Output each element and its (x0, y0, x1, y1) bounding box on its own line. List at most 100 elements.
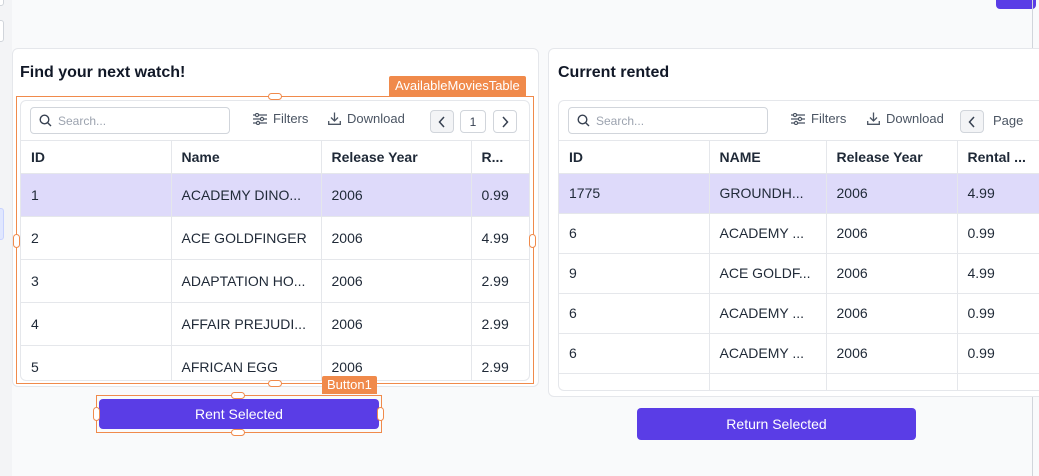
cell: 2 (21, 216, 172, 260)
filters-label: Filters (811, 111, 847, 126)
prev-page-button[interactable] (960, 110, 984, 133)
cell: 2.99 (471, 345, 529, 380)
cell (957, 373, 1039, 390)
page-label: Page (993, 113, 1024, 128)
resize-handle-left[interactable] (93, 407, 100, 421)
download-icon (867, 112, 880, 125)
cell: 2006 (321, 216, 472, 260)
filter-icon (791, 112, 805, 125)
resize-handle-right[interactable] (529, 234, 536, 248)
cell: AFFAIR PREJUDI... (171, 302, 322, 346)
cell: 2006 (826, 333, 958, 374)
table-search[interactable] (30, 107, 230, 134)
column-header[interactable]: NAME (709, 141, 827, 174)
column-header[interactable]: Rental ... (957, 141, 1039, 174)
available-movies-table[interactable]: Filters Download 1 ID Name (20, 100, 530, 381)
cell: ACADEMY ... (709, 293, 827, 334)
rent-button-widget-tag: Button1 (322, 376, 377, 394)
cell: AFRICAN EGG (171, 345, 322, 380)
column-header[interactable]: Release Year (826, 141, 958, 174)
header-row: ID Name Release Year R... (21, 141, 529, 174)
rent-selected-button[interactable]: Rent Selected (99, 399, 379, 429)
table-row[interactable]: 1 ACADEMY DINO... 2006 0.99 (21, 173, 529, 217)
column-header[interactable]: Release Year (321, 141, 472, 174)
cell: 6 (559, 293, 710, 334)
available-movies-widget-tag: AvailableMoviesTable (389, 76, 526, 96)
filter-icon (253, 112, 267, 125)
next-page-button[interactable] (493, 110, 517, 133)
cell: 6 (559, 333, 710, 374)
filters-button[interactable]: Filters (791, 111, 846, 126)
cell: 2006 (826, 253, 958, 294)
page-number[interactable]: 1 (460, 110, 486, 133)
download-button[interactable]: Download (328, 111, 405, 126)
table-row[interactable]: 6 ACADEMY ... 2006 0.99 (559, 293, 1039, 334)
column-header[interactable]: ID (21, 141, 172, 174)
cell (709, 373, 827, 390)
cell: ADAPTATION HO... (171, 259, 322, 303)
edge-widget-fragment (0, 208, 4, 240)
table-row[interactable]: 6 ACADEMY ... 2006 0.99 (559, 333, 1039, 374)
table-row[interactable]: 1775 GROUNDH... 2006 4.99 (559, 173, 1039, 214)
cell: 0.99 (957, 293, 1039, 334)
chevron-left-icon (968, 115, 975, 128)
table-search[interactable] (568, 107, 768, 134)
cell: 4.99 (957, 173, 1039, 214)
cell: ACE GOLDFINGER (171, 216, 322, 260)
header-row: ID NAME Release Year Rental ... (559, 141, 1039, 174)
table-row[interactable]: 3 ADAPTATION HO... 2006 2.99 (21, 259, 529, 303)
table-row[interactable]: 6 ACADEMY ... 2006 0.99 (559, 213, 1039, 254)
cell: 2.99 (471, 302, 529, 346)
cell: 2006 (321, 259, 472, 303)
cell: ACADEMY ... (709, 333, 827, 374)
cell: 5 (21, 345, 172, 380)
current-rented-table[interactable]: Filters Download Page ID NAME Release Ye… (558, 100, 1039, 391)
cell: ACADEMY ... (709, 213, 827, 254)
return-selected-button[interactable]: Return Selected (637, 408, 916, 440)
cell: 0.99 (957, 333, 1039, 374)
chevron-right-icon (502, 115, 509, 128)
resize-handle-top[interactable] (231, 392, 245, 399)
cell: 2.99 (471, 259, 529, 303)
cell: 2006 (826, 173, 958, 214)
filters-label: Filters (273, 111, 309, 126)
resize-handle-bottom[interactable] (231, 429, 245, 436)
search-input[interactable] (58, 113, 208, 128)
rented-grid: ID NAME Release Year Rental ... 1775 GRO… (559, 141, 1039, 390)
table-row[interactable]: 9 ACE GOLDF... 2006 4.99 (559, 253, 1039, 294)
column-header[interactable]: ID (559, 141, 710, 174)
table-row[interactable]: 4 AFFAIR PREJUDI... 2006 2.99 (21, 302, 529, 346)
cell: 4.99 (957, 253, 1039, 294)
resize-handle-bottom[interactable] (268, 380, 282, 387)
resize-handle-left[interactable] (13, 234, 20, 248)
cell: 6 (559, 213, 710, 254)
table-toolbar: Filters Download Page (559, 101, 1039, 141)
download-label: Download (886, 111, 944, 126)
cell: ACE GOLDF... (709, 253, 827, 294)
download-button[interactable]: Download (867, 111, 944, 126)
prev-page-button[interactable] (430, 110, 454, 133)
resize-handle-top[interactable] (268, 93, 282, 100)
table-row[interactable]: 5 AFRICAN EGG 2006 2.99 (21, 345, 529, 380)
column-header[interactable]: R... (471, 141, 529, 174)
cell: 0.99 (471, 173, 529, 217)
cell: 4.99 (471, 216, 529, 260)
cell: 2006 (321, 173, 472, 217)
chevron-left-icon (438, 115, 445, 128)
search-icon (39, 114, 52, 127)
resize-handle-right[interactable] (377, 407, 384, 421)
cell: 1 (21, 173, 172, 217)
column-header[interactable]: Name (171, 141, 322, 174)
cell: 1775 (559, 173, 710, 214)
cell: 4 (21, 302, 172, 346)
table-row[interactable]: 2 ACE GOLDFINGER 2006 4.99 (21, 216, 529, 260)
edge-widget-fragment (0, 20, 4, 42)
cell: GROUNDH... (709, 173, 827, 214)
top-right-button-fragment[interactable] (996, 0, 1036, 9)
search-input[interactable] (596, 113, 746, 128)
download-icon (328, 112, 341, 125)
table-row[interactable] (559, 373, 1039, 390)
search-icon (577, 114, 590, 127)
cell: ACADEMY DINO... (171, 173, 322, 217)
filters-button[interactable]: Filters (253, 111, 308, 126)
